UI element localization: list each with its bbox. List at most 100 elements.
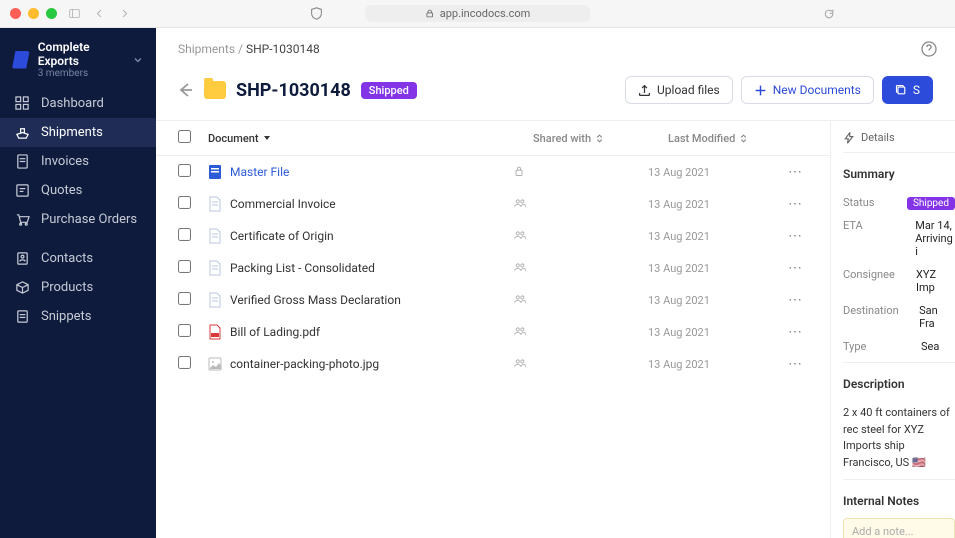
sidebar-toggle-icon[interactable] bbox=[69, 8, 80, 19]
people-icon bbox=[513, 229, 527, 241]
last-modified: 13 Aug 2021 bbox=[648, 262, 788, 275]
pdf-file-icon bbox=[208, 324, 222, 340]
doc-file-icon bbox=[208, 228, 222, 244]
file-name[interactable]: Master File bbox=[230, 165, 289, 179]
new-documents-button[interactable]: New Documents bbox=[741, 76, 874, 104]
row-menu-icon[interactable]: ⋯ bbox=[788, 356, 808, 372]
row-menu-icon[interactable]: ⋯ bbox=[788, 164, 808, 180]
image-file-icon bbox=[208, 356, 222, 372]
row-checkbox[interactable] bbox=[178, 292, 191, 305]
status-value-badge: Shipped bbox=[907, 197, 955, 210]
refresh-icon[interactable] bbox=[823, 8, 835, 20]
table-row[interactable]: Certificate of Origin 13 Aug 2021⋯ bbox=[156, 220, 830, 252]
sidebar-item-snippets[interactable]: Snippets bbox=[0, 302, 156, 331]
table-row[interactable]: Commercial Invoice 13 Aug 2021⋯ bbox=[156, 188, 830, 220]
summary-heading: Summary bbox=[843, 167, 955, 181]
quote-icon bbox=[15, 183, 30, 198]
shared-with bbox=[513, 229, 648, 244]
sidebar-item-purchase-orders[interactable]: Purchase Orders bbox=[0, 205, 156, 234]
sort-both-icon bbox=[595, 134, 604, 143]
browser-nav[interactable] bbox=[69, 8, 130, 19]
shared-with bbox=[513, 165, 648, 180]
row-checkbox[interactable] bbox=[178, 228, 191, 241]
breadcrumb-current: SHP-1030148 bbox=[246, 42, 320, 56]
row-menu-icon[interactable]: ⋯ bbox=[788, 228, 808, 244]
status-badge: Shipped bbox=[361, 82, 417, 99]
box-icon bbox=[15, 280, 30, 295]
back-arrow-icon[interactable] bbox=[178, 82, 194, 98]
file-name[interactable]: Certificate of Origin bbox=[230, 229, 334, 243]
shared-with bbox=[513, 293, 648, 308]
row-checkbox[interactable] bbox=[178, 164, 191, 177]
shared-with bbox=[513, 197, 648, 212]
sidebar-item-dashboard[interactable]: Dashboard bbox=[0, 89, 156, 118]
lock-icon bbox=[425, 9, 434, 18]
row-checkbox[interactable] bbox=[178, 356, 191, 369]
bolt-icon bbox=[843, 132, 855, 144]
row-menu-icon[interactable]: ⋯ bbox=[788, 324, 808, 340]
documents-table: Document Shared with Last Modified Maste… bbox=[156, 121, 830, 538]
last-modified: 13 Aug 2021 bbox=[648, 166, 788, 179]
address-bar[interactable]: app.incodocs.com bbox=[365, 5, 591, 22]
page-header: SHP-1030148 Shipped Upload files New Doc… bbox=[156, 66, 955, 121]
file-name[interactable]: Bill of Lading.pdf bbox=[230, 325, 320, 339]
workspace-name: Complete Exports bbox=[38, 40, 132, 68]
folder-icon bbox=[204, 81, 226, 99]
select-all-checkbox[interactable] bbox=[178, 130, 191, 143]
workspace-switcher[interactable]: Complete Exports 3 members bbox=[0, 34, 156, 89]
details-header: Details bbox=[843, 131, 955, 153]
row-checkbox[interactable] bbox=[178, 324, 191, 337]
file-name[interactable]: Verified Gross Mass Declaration bbox=[230, 293, 401, 307]
main: Shipments / SHP-1030148 SHP-1030148 Ship… bbox=[156, 28, 955, 538]
row-checkbox[interactable] bbox=[178, 260, 191, 273]
sidebar-item-shipments[interactable]: Shipments bbox=[0, 118, 156, 147]
col-document[interactable]: Document bbox=[208, 132, 533, 145]
sidebar-item-invoices[interactable]: Invoices bbox=[0, 147, 156, 176]
description-text: 2 x 40 ft containers of rec steel for XY… bbox=[843, 401, 955, 475]
last-modified: 13 Aug 2021 bbox=[648, 230, 788, 243]
details-panel: Details Summary StatusShipped ETAMar 14,… bbox=[830, 121, 955, 538]
breadcrumb: Shipments / SHP-1030148 bbox=[156, 28, 955, 66]
row-menu-icon[interactable]: ⋯ bbox=[788, 260, 808, 276]
col-modified[interactable]: Last Modified bbox=[668, 132, 808, 145]
sidebar-item-products[interactable]: Products bbox=[0, 273, 156, 302]
col-shared[interactable]: Shared with bbox=[533, 132, 668, 145]
help-icon[interactable] bbox=[921, 41, 937, 57]
chevron-down-icon bbox=[132, 54, 144, 66]
master-file-icon bbox=[208, 164, 222, 180]
solid-action-button[interactable]: S bbox=[882, 76, 933, 104]
table-header: Document Shared with Last Modified bbox=[156, 121, 830, 156]
breadcrumb-root[interactable]: Shipments bbox=[178, 42, 235, 56]
traffic-lights[interactable] bbox=[10, 8, 57, 19]
file-name[interactable]: Packing List - Consolidated bbox=[230, 261, 375, 275]
file-name[interactable]: Commercial Invoice bbox=[230, 197, 336, 211]
row-menu-icon[interactable]: ⋯ bbox=[788, 196, 808, 212]
back-icon[interactable] bbox=[94, 8, 105, 19]
shared-with bbox=[513, 261, 648, 276]
notes-heading: Internal Notes bbox=[843, 494, 955, 508]
contacts-icon bbox=[15, 251, 30, 266]
sort-both-icon bbox=[739, 134, 748, 143]
last-modified: 13 Aug 2021 bbox=[648, 326, 788, 339]
sidebar-item-contacts[interactable]: Contacts bbox=[0, 244, 156, 273]
table-row[interactable]: Master File 13 Aug 2021⋯ bbox=[156, 156, 830, 188]
shared-with bbox=[513, 325, 648, 340]
file-name[interactable]: container-packing-photo.jpg bbox=[230, 357, 379, 371]
row-checkbox[interactable] bbox=[178, 196, 191, 209]
shared-with bbox=[513, 357, 648, 372]
sidebar-item-quotes[interactable]: Quotes bbox=[0, 176, 156, 205]
table-row[interactable]: container-packing-photo.jpg13 Aug 2021⋯ bbox=[156, 348, 830, 380]
people-icon bbox=[513, 357, 527, 369]
upload-files-button[interactable]: Upload files bbox=[625, 76, 733, 104]
row-menu-icon[interactable]: ⋯ bbox=[788, 292, 808, 308]
shield-icon[interactable] bbox=[310, 7, 323, 20]
people-icon bbox=[513, 293, 527, 305]
note-input[interactable]: Add a note... bbox=[843, 518, 955, 538]
last-modified: 13 Aug 2021 bbox=[648, 198, 788, 211]
table-row[interactable]: Bill of Lading.pdf 13 Aug 2021⋯ bbox=[156, 316, 830, 348]
table-row[interactable]: Packing List - Consolidated 13 Aug 2021⋯ bbox=[156, 252, 830, 284]
forward-icon[interactable] bbox=[119, 8, 130, 19]
table-row[interactable]: Verified Gross Mass Declaration13 Aug 20… bbox=[156, 284, 830, 316]
copy-icon bbox=[895, 84, 907, 96]
description-heading: Description bbox=[843, 377, 955, 391]
